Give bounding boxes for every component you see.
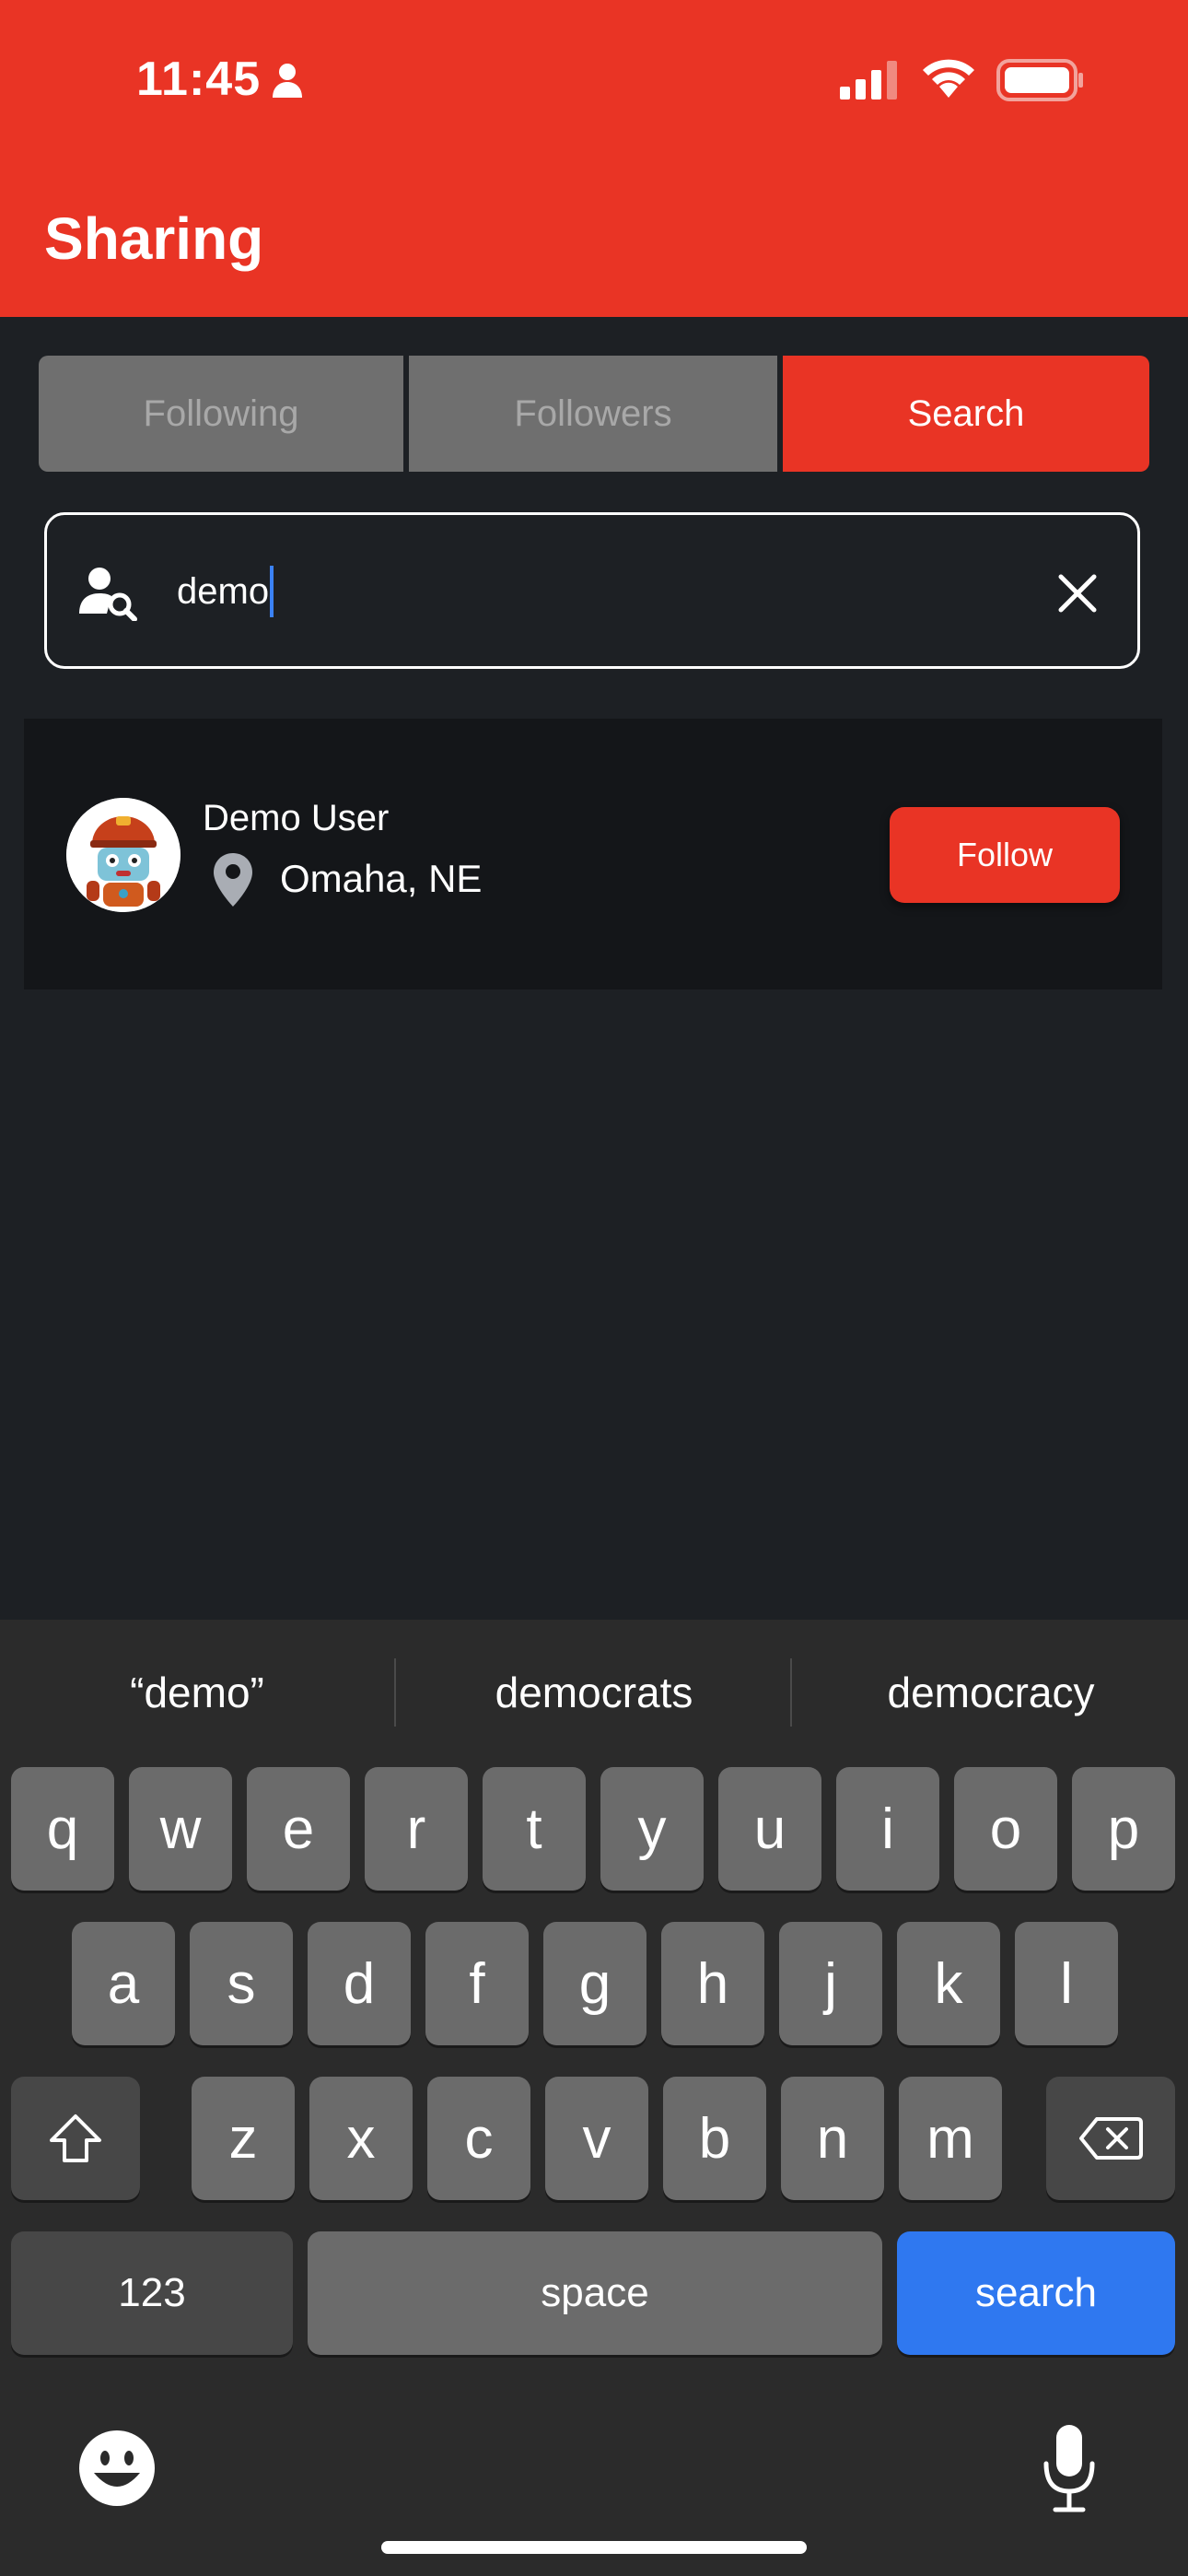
key-y[interactable]: y [600,1767,704,1891]
key-u[interactable]: u [718,1767,821,1891]
pin-icon [214,853,252,907]
key-o[interactable]: o [954,1767,1057,1891]
shift-icon [50,2114,101,2162]
battery-icon [996,59,1083,101]
key-h[interactable]: h [661,1922,764,2045]
key-w[interactable]: w [129,1767,232,1891]
tab-followers[interactable]: Followers [409,356,777,472]
backspace-key[interactable] [1046,2077,1175,2200]
space-key[interactable]: space [308,2231,882,2355]
key-e[interactable]: e [247,1767,350,1891]
avatar [66,798,181,912]
tab-search[interactable]: Search [783,356,1149,472]
key-p[interactable]: p [1072,1767,1175,1891]
result-name: Demo User [203,798,390,838]
result-location: Omaha, NE [280,857,483,900]
suggestion-divider [394,1658,396,1727]
emoji-icon[interactable] [77,2429,157,2508]
follow-button[interactable]: Follow [890,807,1120,903]
mic-icon[interactable] [1041,2423,1098,2515]
key-x[interactable]: x [309,2077,413,2200]
person-icon [273,64,302,98]
shift-key[interactable] [11,2077,140,2200]
key-a[interactable]: a [72,1922,175,2045]
suggestion-3[interactable]: democracy [798,1658,1184,1727]
page-title: Sharing [44,205,264,272]
key-m[interactable]: m [899,2077,1002,2200]
backspace-icon [1079,2117,1143,2160]
key-s[interactable]: s [190,1922,293,2045]
key-n[interactable]: n [781,2077,884,2200]
suggestion-divider [790,1658,792,1727]
signal-icon [840,61,897,100]
suggestion-1[interactable]: “demo” [4,1658,390,1727]
suggestion-2[interactable]: democrats [401,1658,787,1727]
wifi-icon [923,59,974,98]
numbers-key[interactable]: 123 [11,2231,293,2355]
key-j[interactable]: j [779,1922,882,2045]
search-user-icon [79,568,137,621]
status-time: 11:45 [136,53,262,106]
key-q[interactable]: q [11,1767,114,1891]
key-d[interactable]: d [308,1922,411,2045]
key-v[interactable]: v [545,2077,648,2200]
clear-icon[interactable] [1055,571,1100,615]
key-k[interactable]: k [897,1922,1000,2045]
key-l[interactable]: l [1015,1922,1118,2045]
key-z[interactable]: z [192,2077,295,2200]
key-i[interactable]: i [836,1767,939,1891]
home-indicator [381,2541,807,2554]
key-g[interactable]: g [543,1922,646,2045]
tab-following[interactable]: Following [39,356,403,472]
search-value: demo [177,566,274,617]
key-f[interactable]: f [425,1922,529,2045]
key-r[interactable]: r [365,1767,468,1891]
search-key[interactable]: search [897,2231,1175,2355]
key-b[interactable]: b [663,2077,766,2200]
key-c[interactable]: c [427,2077,530,2200]
key-t[interactable]: t [483,1767,586,1891]
